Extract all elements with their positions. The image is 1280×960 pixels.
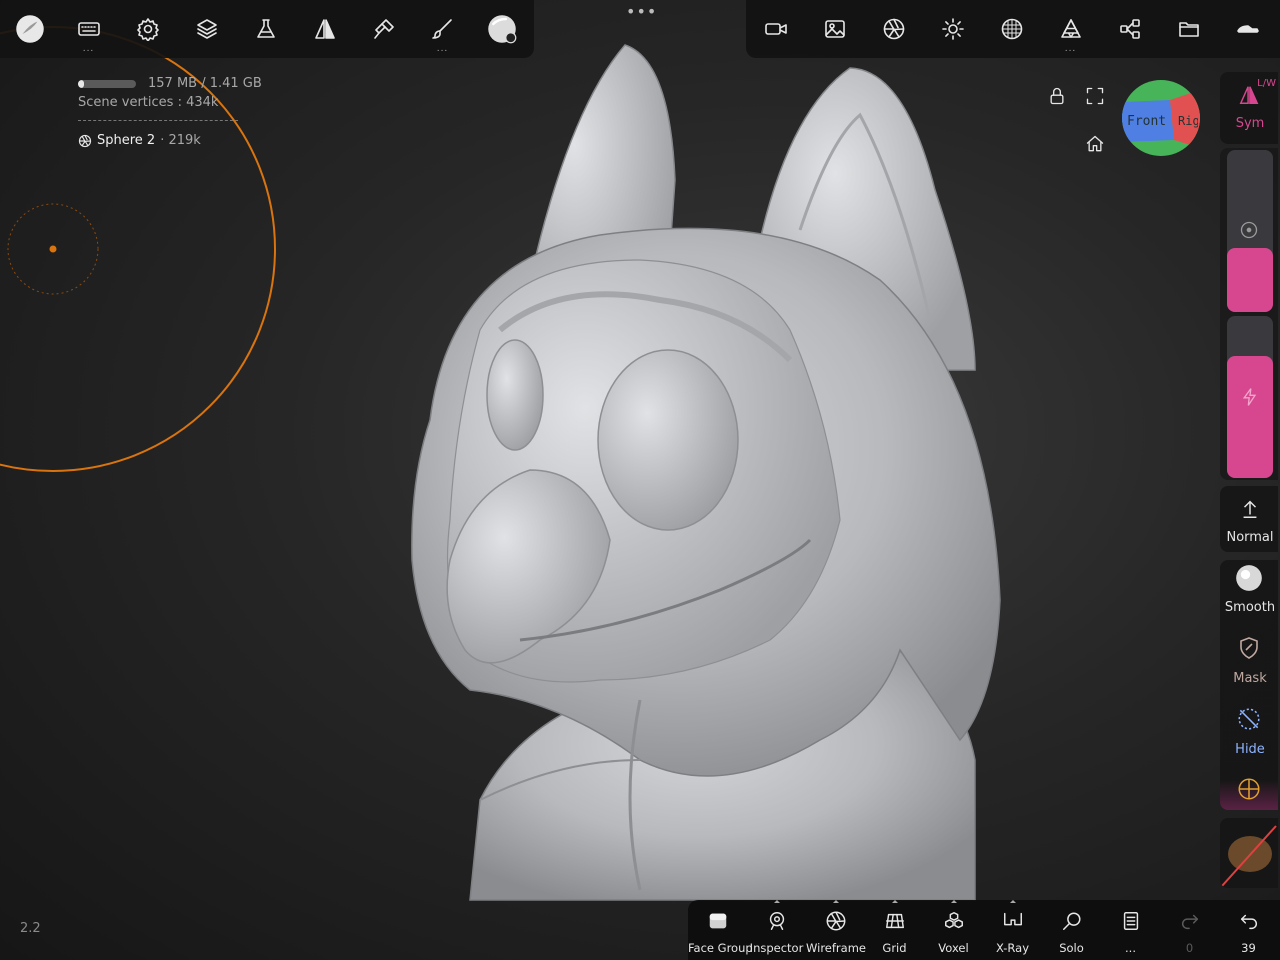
memory-text: 157 MB / 1.41 GB: [148, 76, 262, 91]
lock-icon[interactable]: [1047, 86, 1067, 106]
home-icon[interactable]: [1085, 134, 1105, 154]
aperture-icon[interactable]: [864, 0, 923, 58]
symmetry-panel[interactable]: L/W Sym: [1220, 72, 1278, 144]
scene-stats: 157 MB / 1.41 GB Scene vertices : 434k S…: [78, 76, 262, 148]
dotted-sphere-icon[interactable]: [982, 0, 1041, 58]
gear-icon[interactable]: [118, 0, 177, 58]
material-preview-icon: [1221, 825, 1277, 887]
radius-dot-icon: [1240, 221, 1258, 239]
mask-shield-icon: [1240, 637, 1258, 659]
redo-count: 0: [1185, 941, 1194, 955]
share-icon[interactable]: [1100, 0, 1159, 58]
wireframe-label: Wireframe: [806, 941, 866, 955]
tool-stack: Smooth Mask Hide: [1220, 560, 1278, 810]
bottom-toolbar: Face Group Inspector Wireframe Grid Voxe…: [688, 900, 1280, 960]
view-cube-right-label: Right: [1178, 114, 1198, 128]
undo-count: 39: [1241, 941, 1256, 955]
voxel-label: Voxel: [938, 941, 969, 955]
grid-button[interactable]: Grid: [865, 900, 924, 960]
wireframe-button[interactable]: Wireframe: [806, 900, 866, 960]
solo-label: Solo: [1059, 941, 1084, 955]
tool-normal[interactable]: Normal: [1220, 486, 1278, 552]
painter-icon[interactable]: [354, 0, 413, 58]
inspector-button[interactable]: Inspector: [747, 900, 806, 960]
xray-button[interactable]: X-Ray: [983, 900, 1042, 960]
top-center-handle[interactable]: •••: [626, 2, 657, 21]
tool-mask-label: Mask: [1233, 671, 1267, 686]
camera-icon[interactable]: [746, 0, 805, 58]
history-label: ...: [1125, 941, 1136, 955]
symmetry-icon[interactable]: [295, 0, 354, 58]
sym-label: Sym: [1235, 116, 1265, 131]
keyboard-icon[interactable]: ...: [59, 0, 118, 58]
intensity-slider-fill: [1227, 356, 1273, 478]
material-swatch[interactable]: [1220, 818, 1278, 888]
material-sphere-icon[interactable]: [472, 0, 531, 58]
version-label: 2.2: [20, 921, 41, 936]
sun-icon[interactable]: [923, 0, 982, 58]
vertices-value: 434k: [186, 95, 219, 110]
arrow-up-icon: [1243, 500, 1257, 518]
memory-fill: [78, 79, 85, 88]
caret-icon: [950, 900, 957, 903]
aperture-icon: [78, 134, 92, 147]
redo-button[interactable]: 0: [1160, 900, 1219, 960]
lightning-icon: [1242, 388, 1257, 406]
object-name: Sphere 2: [97, 133, 156, 148]
flask-icon[interactable]: [236, 0, 295, 58]
layers-icon[interactable]: [177, 0, 236, 58]
caret-icon: [1009, 900, 1016, 903]
tool-normal-label: Normal: [1226, 530, 1274, 545]
xray-label: X-Ray: [995, 941, 1030, 955]
tool-mask[interactable]: Mask: [1220, 630, 1278, 690]
fullscreen-icon[interactable]: [1085, 86, 1105, 106]
history-button[interactable]: ...: [1101, 900, 1160, 960]
solo-button[interactable]: Solo: [1042, 900, 1101, 960]
face-group-button[interactable]: Face Group: [688, 900, 753, 960]
car-icon[interactable]: [1218, 0, 1277, 58]
vertices-label: Scene vertices :: [78, 95, 182, 110]
topology-more: ...: [1064, 44, 1077, 54]
tool-hide[interactable]: Hide: [1220, 702, 1278, 762]
topology-icon[interactable]: ...: [1041, 0, 1100, 58]
top-toolbar-left: ... ...: [0, 0, 534, 58]
caret-icon: [832, 900, 839, 903]
undo-button[interactable]: 39: [1219, 900, 1278, 960]
brush-icon[interactable]: ...: [413, 0, 472, 58]
app-logo-icon[interactable]: [0, 0, 59, 58]
top-toolbar-right: ...: [746, 0, 1280, 58]
stats-divider: [78, 120, 238, 121]
brush-more: ...: [436, 44, 449, 54]
memory-bar: [78, 79, 136, 88]
gizmo-icon[interactable]: [1236, 776, 1262, 802]
smooth-sphere-icon: [1236, 565, 1262, 591]
caret-icon: [773, 900, 780, 903]
tool-hide-label: Hide: [1235, 742, 1265, 757]
active-object[interactable]: Sphere 2 · 219k: [78, 133, 262, 148]
face-group-label: Face Group: [688, 941, 753, 955]
tool-smooth-label: Smooth: [1224, 600, 1276, 615]
object-vertex-count: · 219k: [160, 133, 201, 148]
folder-icon[interactable]: [1159, 0, 1218, 58]
inspector-label: Inspector: [749, 941, 804, 955]
view-cube-front-label: Front: [1127, 114, 1167, 129]
lw-label: L/W: [1257, 78, 1276, 89]
voxel-button[interactable]: Voxel: [924, 900, 983, 960]
image-icon[interactable]: [805, 0, 864, 58]
tool-smooth[interactable]: Smooth: [1220, 560, 1278, 620]
keyboard-more: ...: [82, 44, 95, 54]
radius-slider-fill: [1227, 248, 1273, 312]
caret-icon: [891, 900, 898, 903]
grid-label: Grid: [882, 941, 907, 955]
hide-grid-icon: [1238, 708, 1260, 730]
